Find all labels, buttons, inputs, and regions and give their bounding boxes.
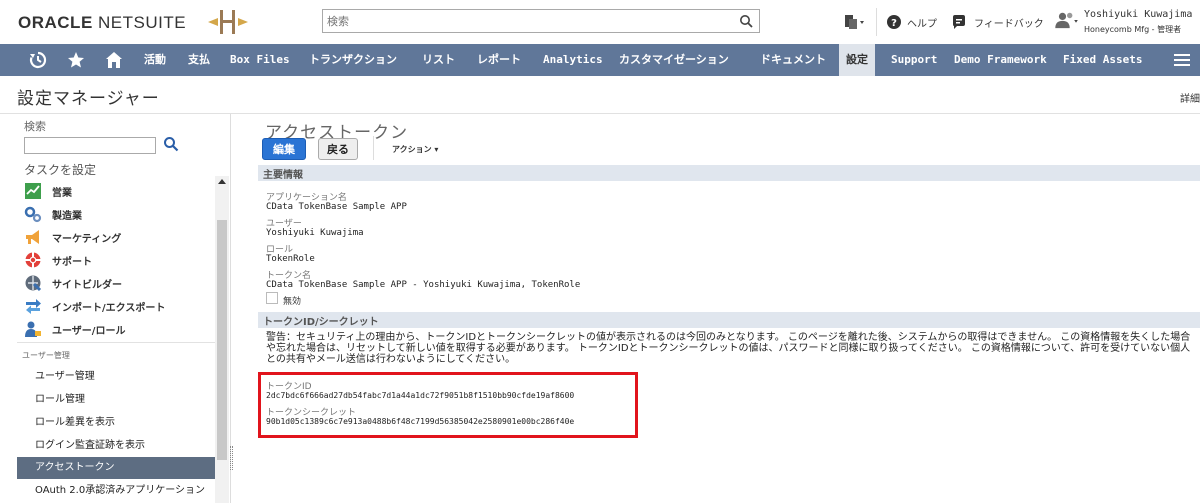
token-name-value: CData TokenBase Sample APP - Yoshiyuki K… <box>266 280 581 290</box>
section-primary-label: 主要情報 <box>263 170 303 181</box>
top-header: ORACLE NETSUITE ? ヘルプ フィードバック <box>0 0 1200 44</box>
nav-setup[interactable]: 設定 <box>839 44 875 76</box>
sidebar-link-login-audit[interactable]: ログイン監査証跡を表示 <box>17 435 215 457</box>
nav-fixed-assets[interactable]: Fixed Assets <box>1061 44 1144 76</box>
sidebar-section-user-management: ユーザー管理 <box>22 351 70 360</box>
sidebar-item-marketing[interactable]: マーケティング <box>24 226 214 248</box>
application-name-value: CData TokenBase Sample APP <box>266 202 407 212</box>
help-icon[interactable]: ? <box>886 13 902 31</box>
sidebar-item-support[interactable]: サポート <box>24 249 214 271</box>
svg-text:?: ? <box>891 18 897 29</box>
sidebar-item-label: サポート <box>52 257 92 268</box>
sidebar-item-label: 営業 <box>52 188 72 199</box>
sidebar-item-import-export[interactable]: インポート/エクスポート <box>24 295 214 317</box>
nav-documents[interactable]: ドキュメント <box>758 44 828 76</box>
nav-transactions[interactable]: トランザクション <box>307 44 399 76</box>
nav-activities[interactable]: 活動 <box>142 44 168 76</box>
back-button[interactable]: 戻る <box>318 138 358 160</box>
sidebar-item-label: 製造業 <box>52 211 82 222</box>
sidebar-task-heading: タスクを設定 <box>24 163 97 177</box>
logo-netsuite: NETSUITE <box>98 13 187 32</box>
edit-button[interactable]: 編集 <box>262 138 306 160</box>
users-roles-icon <box>25 321 41 337</box>
sidebar-item-users-roles[interactable]: ユーザー/ロール <box>24 318 214 340</box>
sidebar-item-manufacturing[interactable]: 製造業 <box>24 203 214 225</box>
recent-history-icon[interactable] <box>29 51 47 69</box>
sidebar-item-sitebuilder[interactable]: サイトビルダー <box>24 272 214 294</box>
user-avatar-icon[interactable] <box>1053 11 1081 29</box>
nav-analytics[interactable]: Analytics <box>541 44 605 76</box>
search-icon[interactable] <box>739 14 753 28</box>
nav-customization[interactable]: カスタマイゼーション <box>617 44 731 76</box>
sitebuilder-icon <box>25 275 42 292</box>
sidebar-divider <box>17 342 217 343</box>
role-value: TokenRole <box>266 254 315 264</box>
setup-sidebar: 検索 タスクを設定 営業 製造業 マーケティング サポート サイトビルダー イン… <box>17 114 231 503</box>
help-link[interactable]: ヘルプ <box>907 15 937 30</box>
sales-icon <box>25 183 41 199</box>
recent-records-icon[interactable] <box>842 13 866 31</box>
user-name[interactable]: Yoshiyuki Kuwajima <box>1084 9 1192 20</box>
header-separator <box>876 8 877 36</box>
sidebar-resize-handle[interactable] <box>230 446 233 470</box>
toolbar-separator <box>373 136 374 160</box>
sidebar-item-label: サイトビルダー <box>52 280 122 291</box>
nav-lists[interactable]: リスト <box>420 44 457 76</box>
token-id-value: 2dc7bdc6f666ad27db54fabc7d1a44a1dc72f905… <box>266 391 575 400</box>
sidebar-link-role-diff[interactable]: ロール差異を表示 <box>17 412 215 434</box>
global-search[interactable] <box>322 9 760 33</box>
page-title: 設定マネージャー <box>17 89 160 109</box>
menu-more-icon[interactable] <box>1174 53 1190 67</box>
sidebar-link-access-tokens[interactable]: アクセストークン <box>17 457 215 479</box>
sidebar-search-icon[interactable] <box>163 136 179 152</box>
inactive-label: 無効 <box>283 297 302 307</box>
scrollbar-thumb[interactable] <box>217 220 227 460</box>
user-role: Honeycomb Mfg - 管理者 <box>1084 25 1182 34</box>
inactive-checkbox[interactable] <box>266 292 278 304</box>
section-primary-info: 主要情報 <box>258 165 1200 181</box>
nav-support[interactable]: Support <box>889 44 939 76</box>
sidebar-item-label: インポート/エクスポート <box>52 303 166 314</box>
logo-oracle: ORACLE <box>18 13 93 32</box>
import-export-icon <box>26 299 41 314</box>
manufacturing-icon <box>24 206 42 223</box>
security-warning-text: 警告：セキュリティ上の理由から、トークンIDとトークンシークレットの値が表示され… <box>266 332 1191 365</box>
sidebar-link-role-management[interactable]: ロール管理 <box>17 389 215 411</box>
feedback-icon[interactable] <box>951 13 967 31</box>
sidebar-search-input[interactable] <box>24 137 156 154</box>
netsuite-logo[interactable]: ORACLE NETSUITE <box>18 13 186 33</box>
feedback-link[interactable]: フィードバック <box>974 15 1044 30</box>
user-value: Yoshiyuki Kuwajima <box>266 228 364 238</box>
actions-menu[interactable]: アクション ▾ <box>392 144 438 155</box>
company-brand-icon <box>208 10 248 34</box>
support-icon <box>25 252 41 268</box>
sidebar-item-sales[interactable]: 営業 <box>24 180 214 202</box>
home-icon[interactable] <box>105 51 123 69</box>
nav-reports[interactable]: レポート <box>475 44 523 76</box>
marketing-icon <box>26 230 39 244</box>
global-search-input[interactable] <box>323 10 723 32</box>
nav-payments[interactable]: 支払 <box>186 44 212 76</box>
detail-link[interactable]: 詳細 <box>1180 90 1200 105</box>
sidebar-item-label: マーケティング <box>52 234 122 245</box>
star-icon[interactable] <box>67 51 85 69</box>
sidebar-scrollbar[interactable] <box>215 176 229 503</box>
sidebar-link-user-management[interactable]: ユーザー管理 <box>17 366 215 388</box>
section-token-label: トークンID/シークレット <box>263 317 379 328</box>
main-navigation: 活動 支払 Box Files トランザクション リスト レポート Analyt… <box>0 44 1200 76</box>
sidebar-search-label: 検索 <box>24 120 46 133</box>
nav-box-files[interactable]: Box Files <box>228 44 292 76</box>
sidebar-item-label: ユーザー/ロール <box>52 326 126 337</box>
token-secret-value: 90b1d05c1389c6c7e913a0488b6f48c7199d5638… <box>266 417 575 426</box>
scroll-up-icon[interactable] <box>218 179 226 184</box>
access-token-detail: アクセストークン 編集 戻る アクション ▾ 主要情報 アプリケーション名 CD… <box>258 114 1200 503</box>
section-token-secret: トークンID/シークレット <box>258 312 1200 328</box>
sidebar-link-oauth2-apps[interactable]: OAuth 2.0承認済みアプリケーション <box>17 480 215 502</box>
nav-demo-framework[interactable]: Demo Framework <box>952 44 1049 76</box>
